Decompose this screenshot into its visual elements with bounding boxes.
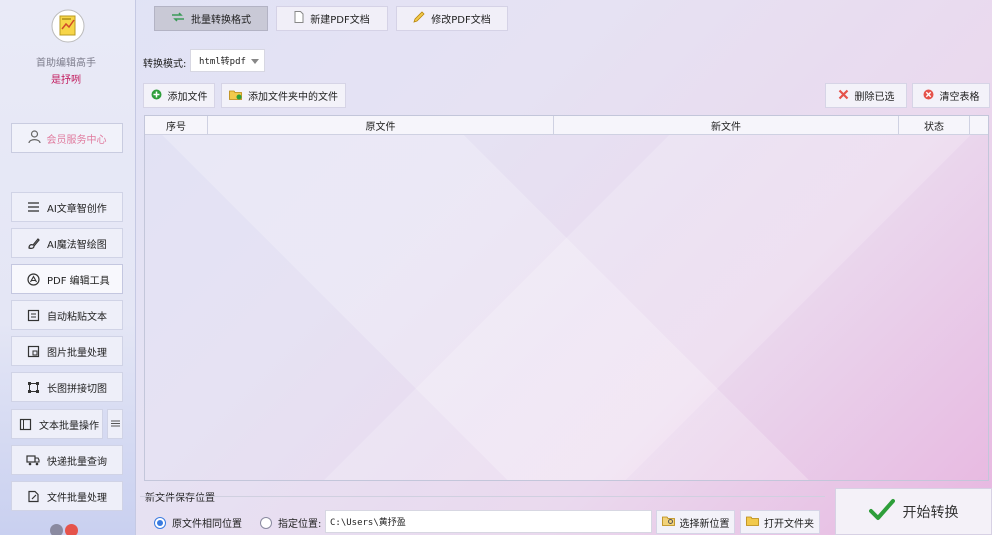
save-path-value: C:\Users\黄抒盈 — [330, 518, 406, 528]
sidebar-item-auto-paste[interactable]: 自动粘贴文本 — [11, 300, 123, 330]
lines-icon — [26, 200, 40, 214]
radio-custom-location-label: 指定位置: — [278, 519, 322, 530]
tab-batch-convert[interactable]: 批量转换格式 — [154, 6, 268, 31]
window-controls — [50, 524, 78, 535]
clear-table-label: 清空表格 — [939, 92, 980, 103]
add-folder-label: 添加文件夹中的文件 — [248, 92, 338, 103]
folder-search-icon — [661, 515, 675, 529]
user-name[interactable]: 是抒咧 — [0, 71, 132, 86]
sidebar-item-image-batch[interactable]: 图片批量处理 — [11, 336, 123, 366]
sidebar-item-label: 文件批量处理 — [47, 492, 107, 504]
column-header-source[interactable]: 原文件 — [208, 116, 554, 135]
start-convert-button[interactable]: 开始转换 — [835, 488, 992, 535]
sidebar-item-text-batch[interactable]: 文本批量操作 — [11, 409, 103, 439]
sidebar-item-long-image[interactable]: 长图拼接切图 — [11, 372, 123, 402]
paste-icon — [26, 308, 40, 322]
image-icon — [26, 344, 40, 358]
delete-icon — [838, 89, 849, 103]
radio-dot — [154, 516, 166, 529]
sidebar-item-ai-draw[interactable]: AI魔法智绘图 — [11, 228, 123, 258]
choose-location-label: 选择新位置 — [679, 518, 730, 530]
sidebar-item-label: PDF 编辑工具 — [47, 275, 110, 287]
sidebar-item-label: 快递批量查询 — [47, 456, 107, 468]
column-header-status[interactable]: 状态 — [899, 116, 970, 135]
app-name: 首助编辑高手 — [36, 58, 96, 69]
document-icon — [294, 11, 304, 26]
app-logo-icon — [51, 9, 85, 43]
menu-icon — [110, 419, 120, 430]
sidebar-item-pdf-tools[interactable]: PDF 编辑工具 — [11, 264, 123, 294]
add-file-button[interactable]: 添加文件 — [143, 83, 215, 108]
sidebar-item-express-query[interactable]: 快递批量查询 — [11, 445, 123, 475]
tab-label: 修改PDF文档 — [431, 15, 491, 26]
truck-icon — [26, 453, 40, 467]
text-icon — [18, 417, 32, 431]
sidebar-item-ai-article[interactable]: AI文章智创作 — [11, 192, 123, 222]
pencil-icon — [413, 11, 425, 26]
sidebar-item-label: 长图拼接切图 — [47, 383, 107, 395]
convert-icon — [171, 11, 185, 26]
file-edit-icon — [26, 489, 40, 503]
save-path-input[interactable]: C:\Users\黄抒盈 — [325, 510, 652, 533]
file-table[interactable]: 序号 原文件 新文件 状态 — [144, 115, 989, 481]
plus-icon — [151, 89, 162, 103]
close-icon[interactable] — [65, 524, 78, 535]
sidebar-item-label: 自动粘贴文本 — [47, 311, 107, 323]
sidebar-more-button[interactable] — [107, 409, 123, 439]
sidebar-item-label: 文本批量操作 — [39, 420, 99, 432]
minimize-icon[interactable] — [50, 524, 63, 535]
folder-add-icon — [229, 89, 242, 103]
sidebar: 首助编辑高手 是抒咧 会员服务中心 AI文章智创作 AI魔法智绘图 PDF 编辑… — [0, 0, 136, 535]
sidebar-item-file-batch[interactable]: 文件批量处理 — [11, 481, 123, 511]
pdf-icon — [26, 272, 40, 286]
checkmark-icon — [868, 498, 895, 526]
clear-icon — [923, 89, 934, 103]
add-file-label: 添加文件 — [167, 92, 208, 103]
crop-icon — [26, 380, 40, 394]
open-folder-label: 打开文件夹 — [764, 518, 814, 530]
radio-same-location-label: 原文件相同位置 — [172, 519, 242, 530]
sidebar-item-label: 图片批量处理 — [47, 347, 107, 359]
clear-table-button[interactable]: 清空表格 — [912, 83, 990, 108]
delete-selected-button[interactable]: 删除已选 — [825, 83, 907, 108]
tab-edit-pdf[interactable]: 修改PDF文档 — [396, 6, 508, 31]
table-header: 序号 原文件 新文件 状态 — [145, 116, 988, 135]
sidebar-item-label: AI文章智创作 — [47, 203, 107, 215]
chevron-down-icon — [251, 59, 259, 64]
folder-icon — [746, 515, 759, 529]
radio-custom-location[interactable]: 指定位置: — [260, 515, 321, 530]
column-header-index[interactable]: 序号 — [145, 116, 208, 135]
column-header-target[interactable]: 新文件 — [554, 116, 899, 135]
column-header-filler — [970, 116, 988, 135]
tab-label: 新建PDF文档 — [310, 15, 370, 26]
tab-label: 批量转换格式 — [191, 15, 251, 26]
delete-selected-label: 删除已选 — [854, 92, 895, 103]
member-center-button[interactable]: 会员服务中心 — [11, 123, 123, 153]
brush-icon — [26, 236, 40, 250]
member-center-label: 会员服务中心 — [46, 134, 107, 146]
open-folder-button[interactable]: 打开文件夹 — [740, 510, 820, 534]
mode-select[interactable]: html转pdf — [190, 49, 265, 72]
mode-value: html转pdf — [199, 57, 246, 67]
user-icon — [27, 129, 41, 147]
tab-new-pdf[interactable]: 新建PDF文档 — [276, 6, 388, 31]
radio-same-location[interactable]: 原文件相同位置 — [154, 515, 242, 530]
choose-location-button[interactable]: 选择新位置 — [656, 510, 735, 534]
add-folder-button[interactable]: 添加文件夹中的文件 — [221, 83, 346, 108]
mode-label: 转换模式: — [143, 59, 187, 70]
radio-dot — [260, 516, 272, 529]
sidebar-item-label: AI魔法智绘图 — [47, 239, 107, 251]
start-convert-label: 开始转换 — [902, 504, 959, 521]
